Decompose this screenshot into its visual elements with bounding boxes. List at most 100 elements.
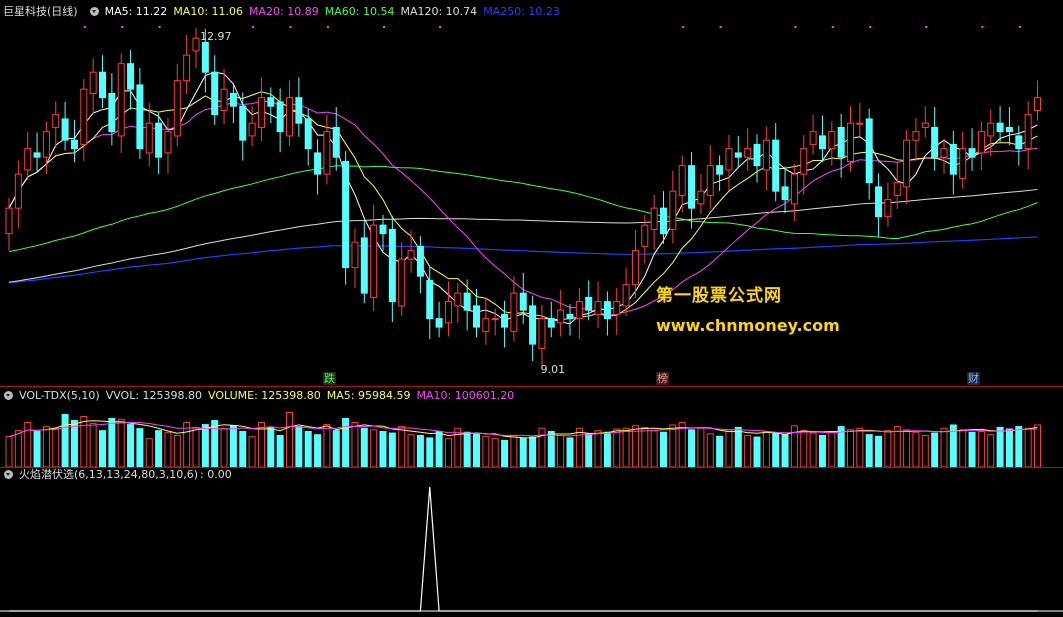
candle-body (360, 237, 368, 294)
candle (370, 204, 378, 311)
volume-bar (931, 432, 939, 467)
candle-body (949, 143, 957, 175)
volume-bar (61, 413, 69, 467)
candle-body (52, 114, 60, 128)
volume-bar (267, 426, 275, 467)
candle (510, 276, 518, 342)
candle (697, 174, 705, 215)
candle-body (127, 63, 135, 90)
candle (566, 304, 574, 336)
volume-bar (351, 422, 359, 467)
volume-bar (426, 437, 434, 467)
candle (809, 114, 817, 155)
candle (257, 77, 265, 142)
signal-header: 火焰潜伏选(6,13,13,24,80,3,10,6): 0.00 (0, 466, 238, 484)
candle-body (631, 250, 639, 286)
candle (314, 139, 322, 195)
candle-body (547, 318, 555, 328)
candle (613, 288, 621, 335)
candle-body (491, 318, 499, 321)
candle (1005, 107, 1013, 146)
volume-bar (491, 438, 499, 467)
candle-body (426, 279, 434, 320)
volume-bar (173, 434, 181, 467)
volume-bar (613, 428, 621, 467)
volume-menu-icon[interactable] (4, 391, 13, 400)
ma-indicator-1: MA10: 11.06 (173, 5, 244, 18)
candle-body (669, 190, 677, 230)
volume-bar (575, 427, 583, 467)
volume-bar (884, 430, 892, 467)
signal-dot (682, 26, 685, 28)
event-marker-finance[interactable]: 财 (967, 372, 980, 385)
candle (575, 288, 583, 340)
candle (650, 194, 658, 250)
signal-menu-icon[interactable] (4, 470, 13, 479)
candle (136, 67, 144, 159)
candle (875, 173, 883, 238)
volume-bar (641, 426, 649, 467)
ma-indicator-list: MA5: 11.22 MA10: 11.06 MA20: 10.89 MA60: 10… (105, 5, 566, 18)
volume-bar (332, 430, 340, 467)
price-chart[interactable]: 12.97 9.01 (0, 22, 1063, 387)
signal-dot (794, 26, 797, 28)
volume-bar (1034, 424, 1041, 467)
signal-chart[interactable] (0, 485, 1063, 616)
volume-bar (519, 437, 527, 467)
watermark-title: 第一股票公式网 (656, 286, 782, 306)
candle-body (678, 165, 686, 196)
volume-bar (893, 426, 901, 467)
price-high-label: 12.97 (200, 30, 232, 43)
volume-bar (566, 437, 574, 467)
candle (220, 68, 228, 125)
candle-body (5, 207, 13, 235)
volume-bar (201, 424, 209, 467)
candle-body (351, 241, 359, 269)
candle (276, 88, 284, 153)
candle-body (70, 139, 78, 150)
candle (239, 92, 247, 161)
indicator-menu-icon[interactable] (89, 7, 99, 16)
volume-bar (370, 429, 378, 467)
volume-bar (482, 435, 490, 467)
event-marker-list[interactable]: 榜 (656, 372, 669, 385)
volume-bar (856, 427, 864, 467)
ma120-line (8, 188, 1038, 283)
candle-body (416, 245, 424, 277)
volume-header: VOL-TDX(5,10) VVOL: 125398.80 VOLUME: 1253… (0, 387, 520, 405)
candle (501, 300, 509, 348)
volume-bar (977, 430, 985, 467)
event-marker-fall[interactable]: 跌 (323, 372, 336, 385)
volume-bar (772, 432, 780, 467)
candle (444, 281, 452, 337)
volume-bar (80, 415, 88, 467)
candle-body (660, 207, 667, 235)
candle (211, 55, 219, 125)
volume-bar (211, 420, 219, 467)
candle (744, 128, 752, 171)
candle-body (1034, 97, 1041, 111)
candle (538, 305, 546, 369)
signal-indicator-value: : 0.00 (200, 468, 232, 481)
volume-bar (585, 433, 593, 467)
volume-bar (529, 436, 537, 467)
candle-body (641, 224, 649, 247)
candle-body (61, 118, 69, 141)
candle (70, 119, 78, 163)
volume-bar (828, 431, 836, 467)
candle-body (239, 105, 247, 141)
volume-bar (678, 422, 686, 467)
candle (155, 112, 163, 175)
candle-body (220, 88, 228, 111)
volume-bar (435, 430, 443, 467)
candle-body (529, 305, 537, 345)
volume-bar (631, 425, 639, 467)
candle-body (295, 97, 303, 124)
candle (332, 107, 340, 171)
candle-body (931, 126, 939, 158)
volume-bar (473, 433, 480, 467)
main-chart-header: 巨星科技(日线) MA5: 11.22 MA10: 11.06 MA20: 10.89… (0, 3, 572, 21)
volume-chart[interactable] (0, 405, 1063, 467)
volume-bar (781, 434, 789, 467)
candle-body (323, 131, 331, 175)
